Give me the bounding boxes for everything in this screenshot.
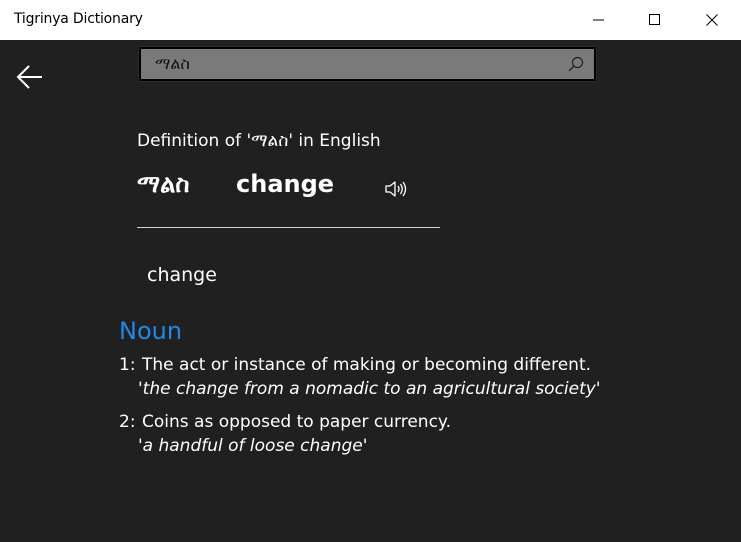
search-box [138, 46, 597, 82]
window-title: Tigrinya Dictionary [14, 11, 143, 27]
minimize-icon [593, 19, 604, 21]
maximize-button[interactable] [627, 0, 683, 40]
sense-item: 1: The act or instance of making or becom… [119, 355, 601, 399]
search-icon[interactable] [568, 56, 584, 72]
search-input[interactable] [141, 49, 561, 79]
definition-heading: Definition of 'ማልስ' in English [137, 131, 381, 151]
divider [137, 227, 440, 228]
headword-tigrinya: ማልስ [137, 170, 190, 198]
headword-english: change [236, 170, 335, 198]
sense-example: 'a handful of loose change' [138, 436, 368, 456]
maximize-icon [649, 14, 660, 25]
arrow-left-icon [16, 65, 42, 89]
translation-word: change [147, 264, 217, 286]
close-icon [706, 14, 718, 26]
sense-example: 'the change from a nomadic to an agricul… [138, 379, 601, 399]
sense-number: 2: [119, 412, 136, 432]
sense-definition: The act or instance of making or becomin… [142, 355, 592, 375]
part-of-speech: Noun [119, 317, 183, 345]
title-bar: Tigrinya Dictionary [0, 0, 741, 40]
sense-number: 1: [119, 355, 136, 375]
back-button[interactable] [14, 62, 46, 92]
sense-item: 2: Coins as opposed to paper currency. 'a… [119, 412, 451, 456]
minimize-button[interactable] [571, 0, 627, 40]
speaker-icon [385, 181, 407, 197]
pronounce-button[interactable] [384, 178, 408, 200]
sense-definition: Coins as opposed to paper currency. [142, 412, 451, 432]
close-button[interactable] [684, 0, 740, 40]
